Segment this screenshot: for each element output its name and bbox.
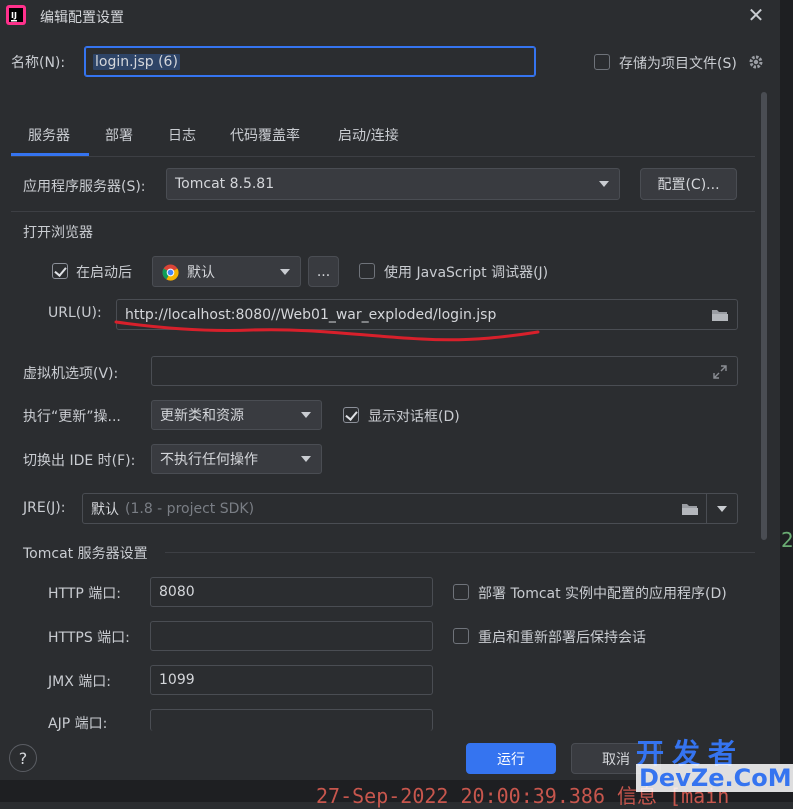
red-underline-annotation xyxy=(114,320,540,342)
folder-icon[interactable] xyxy=(711,308,729,322)
vm-options-input[interactable] xyxy=(151,356,738,386)
help-button[interactable]: ? xyxy=(9,744,37,772)
browser-more-button[interactable]: ... xyxy=(308,256,339,287)
http-port-label: HTTP 端口: xyxy=(48,586,121,602)
store-as-file-checkbox[interactable] xyxy=(594,54,610,70)
frame-deactivation-label: 切换出 IDE 时(F): xyxy=(23,453,136,469)
show-dialog-label: 显示对话框(D) xyxy=(368,409,460,425)
chevron-down-icon xyxy=(301,456,311,462)
divider xyxy=(11,211,755,212)
run-button[interactable]: 运行 xyxy=(466,743,556,774)
app-server-value: Tomcat 8.5.81 xyxy=(175,176,275,192)
watermark-logo-en: DevZe.CoM xyxy=(636,764,793,792)
tab-logs[interactable]: 日志 xyxy=(168,125,196,145)
after-launch-checkbox[interactable] xyxy=(52,263,68,279)
jmx-port-input[interactable]: 1099 xyxy=(150,665,433,695)
update-action-value: 更新类和资源 xyxy=(160,408,244,424)
chevron-down-icon xyxy=(301,412,311,418)
background-editor-strip xyxy=(780,0,793,802)
tomcat-section-title: Tomcat 服务器设置 xyxy=(23,546,148,562)
jre-value: 默认 xyxy=(91,501,119,518)
vm-options-label: 虚拟机选项(V): xyxy=(23,366,119,382)
https-port-input[interactable] xyxy=(150,621,433,651)
chrome-icon xyxy=(162,264,179,281)
chevron-down-icon xyxy=(280,268,290,275)
jre-label: JRE(J): xyxy=(23,500,66,516)
browser-section-title: 打开浏览器 xyxy=(23,225,93,241)
configure-button[interactable]: 配置(C)... xyxy=(640,168,737,200)
ajp-port-label: AJP 端口: xyxy=(48,716,108,732)
jmx-port-label: JMX 端口: xyxy=(48,674,111,690)
browser-value: 默认 xyxy=(187,264,215,281)
jmx-port-value: 1099 xyxy=(159,672,195,688)
deploy-apps-label: 部署 Tomcat 实例中配置的应用程序(D) xyxy=(478,586,727,602)
update-action-label: 执行“更新”操... xyxy=(23,409,121,425)
preserve-sessions-checkbox[interactable] xyxy=(453,628,469,644)
name-value: login.jsp (6) xyxy=(93,53,180,70)
tab-server[interactable]: 服务器 xyxy=(28,125,70,145)
close-icon[interactable]: ✕ xyxy=(744,3,768,27)
url-label: URL(U): xyxy=(48,305,102,321)
background-text: 2 xyxy=(781,528,793,552)
expand-icon[interactable] xyxy=(713,365,727,379)
frame-deactivation-value: 不执行任何操作 xyxy=(160,452,258,468)
preserve-sessions-label: 重启和重新部署后保持会话 xyxy=(478,630,646,646)
tab-deployment[interactable]: 部署 xyxy=(105,125,133,145)
gear-icon[interactable] xyxy=(747,53,765,71)
folder-icon[interactable] xyxy=(681,502,699,516)
js-debugger-label: 使用 JavaScript 调试器(J) xyxy=(384,265,549,281)
tab-startup-connection[interactable]: 启动/连接 xyxy=(338,125,399,145)
jre-hint: (1.8 - project SDK) xyxy=(125,500,255,517)
ajp-port-input[interactable] xyxy=(150,709,433,731)
chevron-down-icon xyxy=(717,505,727,512)
app-server-dropdown[interactable]: Tomcat 8.5.81 xyxy=(166,168,620,200)
divider xyxy=(165,552,755,553)
scrollbar-thumb[interactable] xyxy=(761,92,767,540)
window-title: 编辑配置设置 xyxy=(40,10,124,26)
deploy-apps-checkbox[interactable] xyxy=(453,584,469,600)
name-input[interactable]: login.jsp (6) xyxy=(84,46,536,77)
after-launch-label: 在启动后 xyxy=(76,265,132,281)
browser-dropdown[interactable]: 默认 xyxy=(152,256,301,287)
name-label: 名称(N): xyxy=(11,55,66,71)
store-as-file-label: 存储为项目文件(S) xyxy=(619,56,737,72)
http-port-input[interactable]: 8080 xyxy=(150,577,433,607)
tab-divider xyxy=(11,156,755,157)
svg-text:IJ: IJ xyxy=(11,11,17,20)
app-server-label: 应用程序服务器(S): xyxy=(23,179,146,195)
js-debugger-checkbox[interactable] xyxy=(359,263,375,279)
title-bar: IJ 编辑配置设置 ✕ xyxy=(0,0,793,34)
update-action-dropdown[interactable]: 更新类和资源 xyxy=(151,400,322,430)
intellij-app-icon: IJ xyxy=(6,5,26,25)
https-port-label: HTTPS 端口: xyxy=(48,630,130,646)
frame-deactivation-dropdown[interactable]: 不执行任何操作 xyxy=(151,444,322,474)
http-port-value: 8080 xyxy=(159,584,195,600)
tab-code-coverage[interactable]: 代码覆盖率 xyxy=(230,125,300,145)
show-dialog-checkbox[interactable] xyxy=(343,407,359,423)
jre-dropdown-button[interactable] xyxy=(706,494,737,523)
chevron-down-icon xyxy=(599,181,609,187)
jre-combo[interactable]: 默认 (1.8 - project SDK) xyxy=(82,493,738,524)
active-tab-indicator xyxy=(11,153,89,156)
